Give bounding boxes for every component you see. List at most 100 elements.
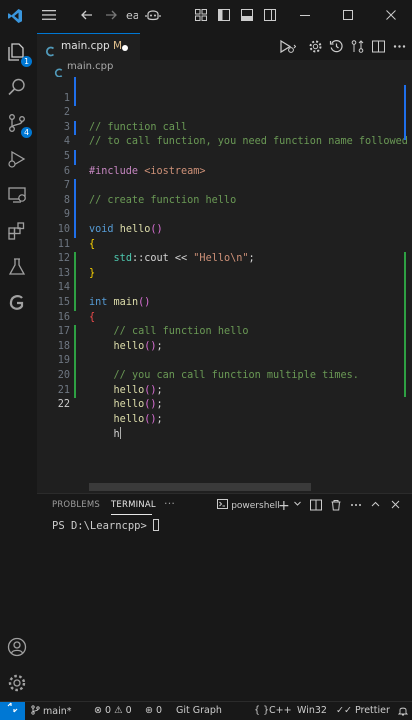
toggle-primary-sidebar-icon[interactable] xyxy=(215,8,233,24)
code-line: 14 { xyxy=(37,266,412,323)
source-control-icon[interactable]: 4 xyxy=(6,112,32,138)
semicolon: ; xyxy=(156,399,163,411)
language-mode[interactable]: C++ xyxy=(269,705,292,716)
prettier-label: Prettier xyxy=(354,705,390,716)
new-terminal-plus-icon[interactable]: + xyxy=(278,499,290,513)
layout-customize-icon[interactable] xyxy=(192,8,210,24)
code-line: 10 std::cout << "Hello\n"; xyxy=(37,208,412,264)
kill-terminal-trash-icon[interactable] xyxy=(330,499,342,513)
tab-terminal[interactable]: TERMINAL xyxy=(111,500,156,510)
gutter-added-marker xyxy=(74,383,76,399)
code-line: 16 hello(); xyxy=(37,296,412,352)
gutter-modified-marker xyxy=(74,193,76,209)
open-changes-icon[interactable] xyxy=(350,39,365,54)
breadcrumb-file[interactable]: main.cpp xyxy=(67,61,113,72)
manage-gear-icon[interactable] xyxy=(6,672,30,696)
minimize-icon[interactable] xyxy=(296,8,314,24)
terminal-dropdown-chevron-icon[interactable] xyxy=(293,499,302,513)
title-bar: ea xyxy=(0,0,412,33)
tab-problems[interactable]: PROBLEMS xyxy=(52,500,100,510)
settings-gear-icon[interactable] xyxy=(308,39,323,54)
gutter-modified-marker xyxy=(74,120,76,136)
accounts-icon[interactable] xyxy=(6,636,30,660)
gutter-modified-marker xyxy=(74,179,76,194)
close-icon[interactable] xyxy=(382,8,400,24)
back-arrow-icon[interactable] xyxy=(78,8,96,24)
powershell-icon xyxy=(217,499,228,509)
gutter-modified-marker xyxy=(74,77,76,92)
extensions-icon[interactable] xyxy=(6,220,30,244)
activity-bar: 1 4 xyxy=(0,33,37,701)
source-control-badge: 4 xyxy=(21,127,32,138)
unsaved-dot-icon[interactable] xyxy=(122,45,128,51)
gutter-modified-marker xyxy=(74,91,76,107)
editor-vertical-scrollbar[interactable] xyxy=(401,77,412,493)
function-call: hello xyxy=(113,413,145,425)
toggle-secondary-sidebar-icon[interactable] xyxy=(261,8,279,24)
remote-indicator-icon[interactable] xyxy=(0,702,25,720)
parens: () xyxy=(144,399,157,411)
branch-name: main* xyxy=(43,706,72,717)
git-graph-button[interactable]: Git Graph xyxy=(176,705,222,716)
toggle-panel-icon[interactable] xyxy=(238,8,256,24)
editor-horizontal-scrollbar[interactable] xyxy=(89,483,311,491)
timeline-history-icon[interactable] xyxy=(329,39,344,54)
run-debug-icon[interactable] xyxy=(6,148,30,172)
code-line: 13 int main() xyxy=(37,252,412,308)
tab-label: main.cpp M xyxy=(61,40,123,52)
gutter-added-marker xyxy=(74,296,76,311)
cpp-file-icon xyxy=(45,42,56,57)
run-file-icon[interactable] xyxy=(279,39,297,54)
vscode-logo-icon xyxy=(6,8,24,24)
line-number: 22 xyxy=(57,399,70,411)
panel-more-actions-icon[interactable] xyxy=(350,499,362,513)
bottom-panel: PROBLEMS TERMINAL ··· powershell + PS D:… xyxy=(37,493,412,701)
code-line: 20 hello(); xyxy=(37,354,412,410)
warning-icon: ⚠ xyxy=(114,705,123,716)
branch-indicator[interactable]: main* xyxy=(31,705,72,717)
split-terminal-icon[interactable] xyxy=(310,499,322,513)
testing-icon[interactable] xyxy=(6,256,30,280)
code-line: 4 #include <iostream> xyxy=(37,120,412,177)
language-braces-icon[interactable]: { } xyxy=(254,705,269,716)
maximize-icon[interactable] xyxy=(339,8,357,24)
remote-explorer-icon[interactable] xyxy=(6,184,30,208)
command-center-search[interactable]: ea xyxy=(126,6,138,26)
terminal-profile[interactable]: powershell xyxy=(217,499,280,513)
error-count: 0 xyxy=(105,705,112,716)
maximize-panel-chevron-icon[interactable] xyxy=(370,499,381,513)
editor-tabs: main.cpp M xyxy=(37,33,412,60)
code-editor[interactable]: 1 // function call 2 // to call function… xyxy=(37,77,412,493)
forward-arrow-icon[interactable] xyxy=(102,8,120,24)
tab-main-cpp[interactable]: main.cpp M xyxy=(37,33,140,60)
breadcrumb[interactable]: main.cpp xyxy=(37,60,412,78)
explorer-icon[interactable]: 1 xyxy=(6,41,32,67)
notifications-bell-icon[interactable] xyxy=(397,705,409,719)
double-check-icon: ✓✓ xyxy=(336,705,352,716)
copilot-icon[interactable] xyxy=(144,8,162,24)
gutter-added-marker xyxy=(74,339,76,355)
ports-indicator[interactable]: ⊛ 0 xyxy=(145,705,162,716)
code-line: 7 xyxy=(37,165,412,191)
problems-indicator[interactable]: ⊗ 0 ⚠ 0 xyxy=(94,705,132,716)
cpp-file-icon xyxy=(54,63,64,78)
search-icon[interactable] xyxy=(6,76,30,100)
gutter-modified-marker xyxy=(74,208,76,223)
code-line: 2 // to call function, you need function… xyxy=(37,91,412,147)
terminal-output[interactable]: PS D:\Learncpp> xyxy=(52,519,160,532)
close-panel-icon[interactable] xyxy=(390,499,401,513)
split-editor-icon[interactable] xyxy=(371,39,386,54)
panel-more-button[interactable]: ··· xyxy=(164,497,175,510)
code-line: 12 xyxy=(37,238,412,264)
platform-indicator[interactable]: Win32 xyxy=(297,705,327,716)
parens: () xyxy=(144,413,157,425)
semicolon: ; xyxy=(156,413,163,425)
prettier-indicator[interactable]: ✓✓ Prettier xyxy=(336,705,390,716)
function-call: hello xyxy=(113,399,145,411)
menu-icon[interactable] xyxy=(40,8,58,24)
gutter-added-marker xyxy=(74,354,76,369)
more-actions-icon[interactable] xyxy=(392,39,407,54)
gitlens-icon[interactable] xyxy=(6,292,30,316)
gutter-added-marker xyxy=(74,325,76,340)
code-line: 9 { xyxy=(37,193,412,250)
